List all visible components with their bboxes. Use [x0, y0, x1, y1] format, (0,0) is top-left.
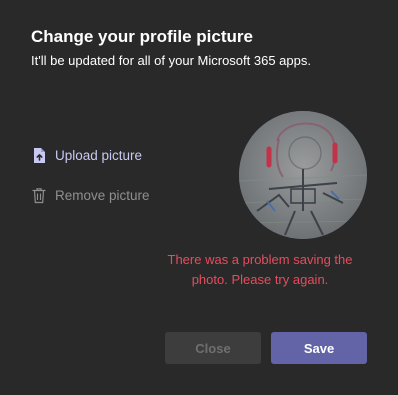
save-button[interactable]: Save — [271, 332, 367, 364]
upload-file-icon — [31, 146, 47, 164]
upload-picture-link[interactable]: Upload picture — [31, 146, 142, 164]
remove-picture-link[interactable]: Remove picture — [31, 186, 150, 204]
dialog-subtitle: It'll be updated for all of your Microso… — [31, 53, 311, 68]
dialog-title: Change your profile picture — [31, 27, 253, 46]
error-message: There was a problem saving the photo. Pl… — [167, 252, 353, 287]
close-button[interactable]: Close — [165, 332, 261, 364]
profile-picture-preview — [239, 111, 367, 239]
remove-picture-label: Remove picture — [55, 187, 150, 203]
change-profile-picture-dialog: Change your profile picture It'll be upd… — [0, 0, 398, 395]
trash-icon — [31, 186, 47, 204]
upload-picture-label: Upload picture — [55, 147, 143, 163]
